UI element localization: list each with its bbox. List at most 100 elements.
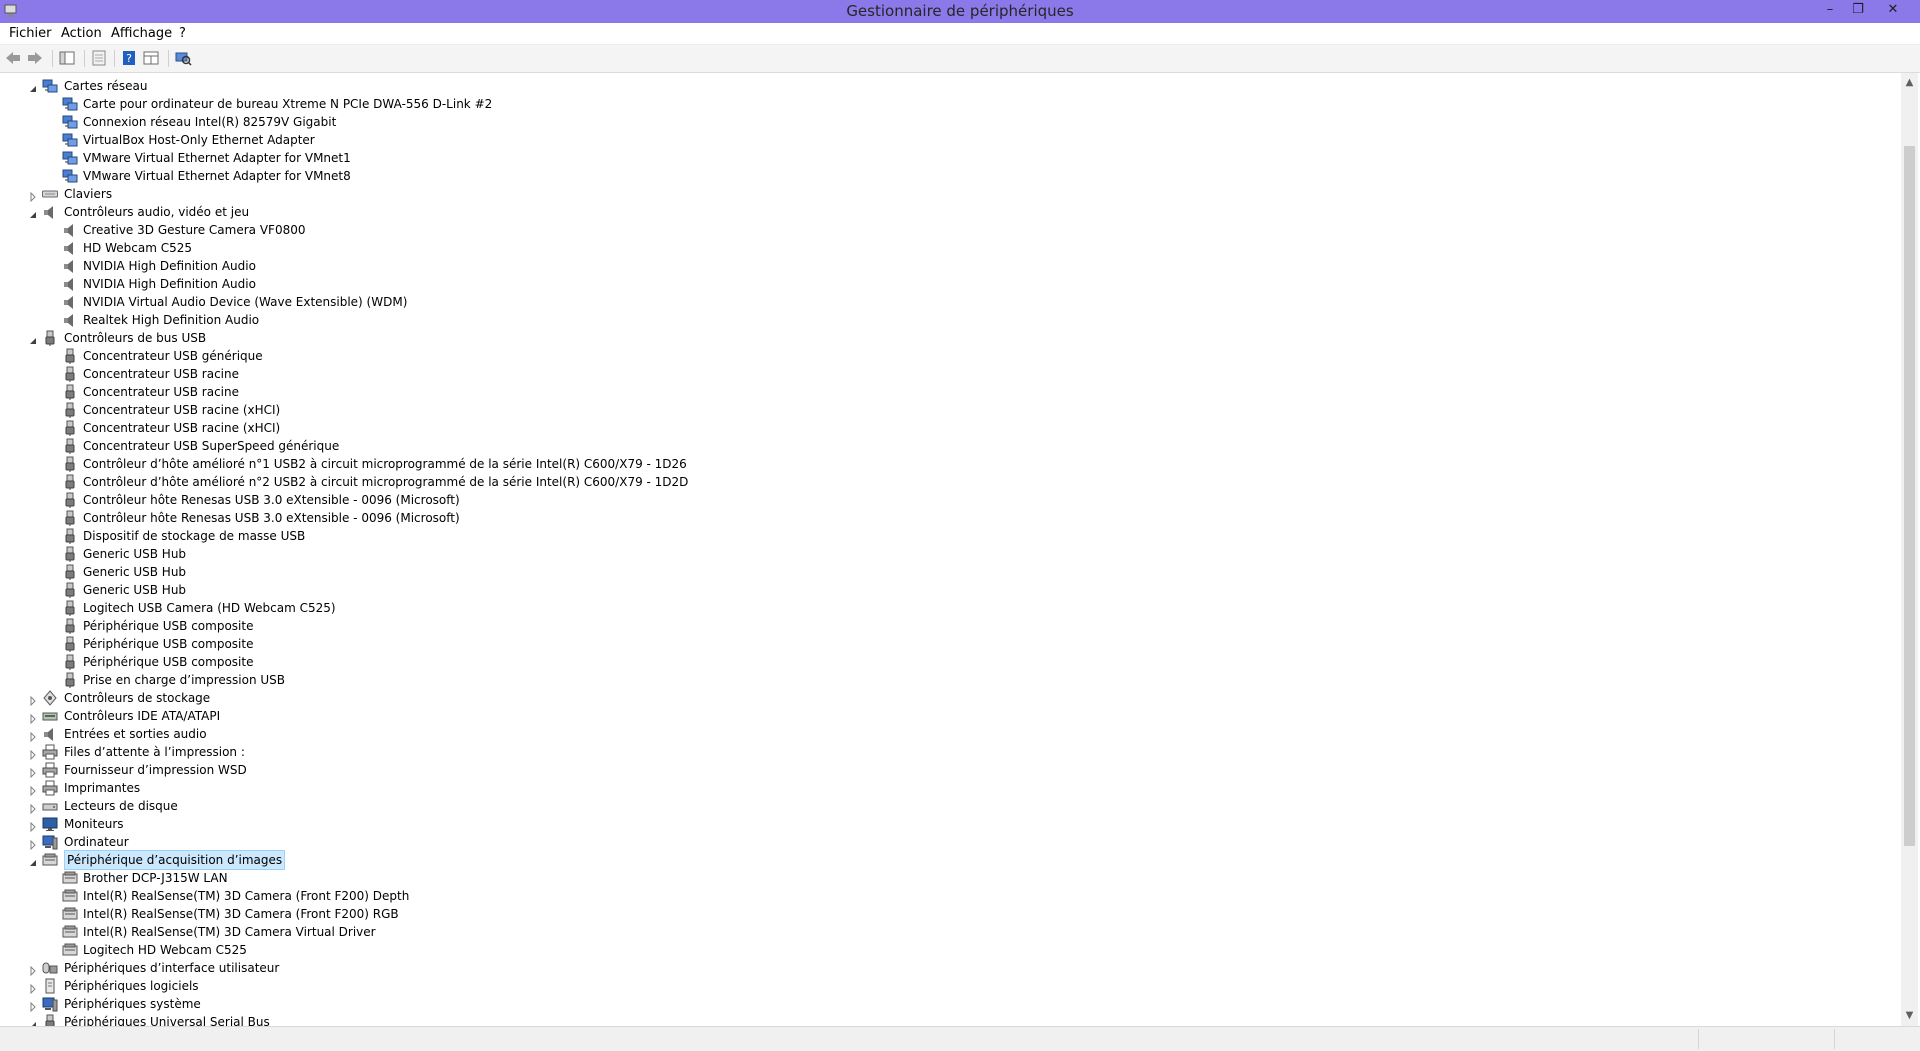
collapsed-arrow-icon[interactable] <box>28 711 38 725</box>
tree-item-label[interactable]: Files d’attente à l’impression : <box>64 743 245 761</box>
tree-item-label[interactable]: Generic USB Hub <box>83 545 186 563</box>
tree-device-row[interactable]: Generic USB Hub <box>0 581 1890 599</box>
tree-device-row[interactable]: Logitech HD Webcam C525 <box>0 941 1890 959</box>
tree-item-label[interactable]: Concentrateur USB racine (xHCI) <box>83 401 280 419</box>
tree-device-row[interactable]: Creative 3D Gesture Camera VF0800 <box>0 221 1890 239</box>
tree-item-label[interactable]: Concentrateur USB racine <box>83 383 239 401</box>
tree-item-label[interactable]: Périphériques système <box>64 995 201 1013</box>
menu-fichier[interactable]: Fichier <box>9 26 52 41</box>
help-icon[interactable]: ? <box>120 49 138 67</box>
tree-device-row[interactable]: Concentrateur USB racine <box>0 383 1890 401</box>
tree-item-label[interactable]: Logitech HD Webcam C525 <box>83 941 247 959</box>
tree-item-label[interactable]: HD Webcam C525 <box>83 239 192 257</box>
menu-action[interactable]: Action <box>61 26 102 41</box>
tree-item-label[interactable]: NVIDIA Virtual Audio Device (Wave Extens… <box>83 293 407 311</box>
tree-item-label[interactable]: VirtualBox Host-Only Ethernet Adapter <box>83 131 315 149</box>
tree-device-row[interactable]: Concentrateur USB générique <box>0 347 1890 365</box>
tree-item-label[interactable]: Contrôleur d’hôte amélioré n°1 USB2 à ci… <box>83 455 687 473</box>
tree-item-label[interactable]: Concentrateur USB racine (xHCI) <box>83 419 280 437</box>
tree-item-label[interactable]: Périphérique USB composite <box>83 635 253 653</box>
tree-device-row[interactable]: Contrôleur hôte Renesas USB 3.0 eXtensib… <box>0 491 1890 509</box>
tree-item-label[interactable]: Generic USB Hub <box>83 581 186 599</box>
tree-category-row[interactable]: Périphériques logiciels <box>0 977 1890 995</box>
tree-item-label[interactable]: Entrées et sorties audio <box>64 725 207 743</box>
tree-device-row[interactable]: Concentrateur USB SuperSpeed générique <box>0 437 1890 455</box>
tree-device-row[interactable]: NVIDIA High Definition Audio <box>0 275 1890 293</box>
tree-item-label[interactable]: Contrôleurs IDE ATA/ATAPI <box>64 707 220 725</box>
tree-device-row[interactable]: Intel(R) RealSense(TM) 3D Camera (Front … <box>0 905 1890 923</box>
minimize-button[interactable]: – <box>1817 0 1843 20</box>
tree-item-label[interactable]: Périphériques Universal Serial Bus <box>64 1013 270 1026</box>
tree-category-row[interactable]: Contrôleurs IDE ATA/ATAPI <box>0 707 1890 725</box>
tree-item-label[interactable]: Périphériques d’interface utilisateur <box>64 959 279 977</box>
tree-item-label[interactable]: Claviers <box>64 185 112 203</box>
tree-device-row[interactable]: Périphérique USB composite <box>0 617 1890 635</box>
tree-category-row[interactable]: Fournisseur d’impression WSD <box>0 761 1890 779</box>
tree-item-label[interactable]: Dispositif de stockage de masse USB <box>83 527 305 545</box>
tree-item-label[interactable]: VMware Virtual Ethernet Adapter for VMne… <box>83 149 351 167</box>
tree-device-row[interactable]: Concentrateur USB racine <box>0 365 1890 383</box>
properties-icon[interactable] <box>90 49 108 67</box>
tree-device-row[interactable]: HD Webcam C525 <box>0 239 1890 257</box>
tree-category-row[interactable]: Ordinateur <box>0 833 1890 851</box>
tree-item-label[interactable]: Concentrateur USB générique <box>83 347 263 365</box>
tree-category-row[interactable]: Claviers <box>0 185 1890 203</box>
tree-category-row[interactable]: Entrées et sorties audio <box>0 725 1890 743</box>
restore-button[interactable]: ❐ <box>1845 0 1871 20</box>
tree-item-label[interactable]: Contrôleur d’hôte amélioré n°2 USB2 à ci… <box>83 473 688 491</box>
scroll-down-arrow-icon[interactable]: ▼ <box>1904 1010 1915 1022</box>
collapsed-arrow-icon[interactable] <box>28 189 38 203</box>
tree-device-row[interactable]: Brother DCP-J315W LAN <box>0 869 1890 887</box>
menu-help[interactable]: ? <box>179 26 186 41</box>
scrollbar-thumb[interactable] <box>1904 146 1915 846</box>
tree-item-label[interactable]: VMware Virtual Ethernet Adapter for VMne… <box>83 167 351 185</box>
tree-device-row[interactable]: Périphérique USB composite <box>0 653 1890 671</box>
tree-device-row[interactable]: Generic USB Hub <box>0 563 1890 581</box>
collapsed-arrow-icon[interactable] <box>28 981 38 995</box>
menu-affichage[interactable]: Affichage <box>111 26 172 41</box>
tree-item-label[interactable]: Périphérique USB composite <box>83 653 253 671</box>
tree-item-label[interactable]: Intel(R) RealSense(TM) 3D Camera Virtual… <box>83 923 376 941</box>
tree-device-row[interactable]: Intel(R) RealSense(TM) 3D Camera Virtual… <box>0 923 1890 941</box>
collapsed-arrow-icon[interactable] <box>28 801 38 815</box>
tree-item-label[interactable]: Contrôleur hôte Renesas USB 3.0 eXtensib… <box>83 491 460 509</box>
tree-item-label[interactable]: Imprimantes <box>64 779 140 797</box>
tree-item-label[interactable]: Contrôleurs de stockage <box>64 689 210 707</box>
tree-device-row[interactable]: VMware Virtual Ethernet Adapter for VMne… <box>0 149 1890 167</box>
tree-device-row[interactable]: Dispositif de stockage de masse USB <box>0 527 1890 545</box>
tree-item-label[interactable]: Moniteurs <box>64 815 124 833</box>
tree-category-row[interactable]: Périphériques système <box>0 995 1890 1013</box>
tree-item-label[interactable]: NVIDIA High Definition Audio <box>83 257 256 275</box>
vertical-scrollbar[interactable]: ▲ ▼ <box>1901 73 1918 1026</box>
collapsed-arrow-icon[interactable] <box>28 729 38 743</box>
tree-category-row[interactable]: Périphérique d’acquisition d’images <box>0 850 1890 870</box>
collapsed-arrow-icon[interactable] <box>28 999 38 1013</box>
tree-item-label[interactable]: Intel(R) RealSense(TM) 3D Camera (Front … <box>83 905 399 923</box>
tree-device-row[interactable]: Realtek High Definition Audio <box>0 311 1890 329</box>
collapsed-arrow-icon[interactable] <box>28 837 38 851</box>
tree-item-label[interactable]: Concentrateur USB SuperSpeed générique <box>83 437 339 455</box>
collapsed-arrow-icon[interactable] <box>28 783 38 797</box>
collapsed-arrow-icon[interactable] <box>28 747 38 761</box>
tree-category-row[interactable]: Périphériques d’interface utilisateur <box>0 959 1890 977</box>
tree-device-row[interactable]: Concentrateur USB racine (xHCI) <box>0 419 1890 437</box>
tree-item-label[interactable]: Connexion réseau Intel(R) 82579V Gigabit <box>83 113 336 131</box>
tree-device-row[interactable]: Logitech USB Camera (HD Webcam C525) <box>0 599 1890 617</box>
tree-category-row[interactable]: Contrôleurs de bus USB <box>0 329 1890 347</box>
back-arrow-icon[interactable] <box>4 49 22 67</box>
collapsed-arrow-icon[interactable] <box>28 765 38 779</box>
forward-arrow-icon[interactable] <box>26 49 44 67</box>
tree-item-label[interactable]: Cartes réseau <box>64 77 147 95</box>
tree-item-label[interactable]: Brother DCP-J315W LAN <box>83 869 228 887</box>
expanded-arrow-icon[interactable] <box>28 81 38 92</box>
tree-item-label[interactable]: Realtek High Definition Audio <box>83 311 259 329</box>
tree-device-row[interactable]: Intel(R) RealSense(TM) 3D Camera (Front … <box>0 887 1890 905</box>
tree-item-label[interactable]: Logitech USB Camera (HD Webcam C525) <box>83 599 336 617</box>
tree-item-label[interactable]: Périphérique d’acquisition d’images <box>64 850 286 870</box>
tree-item-label[interactable]: Concentrateur USB racine <box>83 365 239 383</box>
tree-device-row[interactable]: VMware Virtual Ethernet Adapter for VMne… <box>0 167 1890 185</box>
close-button[interactable]: ✕ <box>1880 0 1906 20</box>
tree-device-row[interactable]: Contrôleur d’hôte amélioré n°2 USB2 à ci… <box>0 473 1890 491</box>
tree-category-row[interactable]: Périphériques Universal Serial Bus <box>0 1013 1890 1026</box>
tree-item-label[interactable]: Contrôleurs audio, vidéo et jeu <box>64 203 249 221</box>
